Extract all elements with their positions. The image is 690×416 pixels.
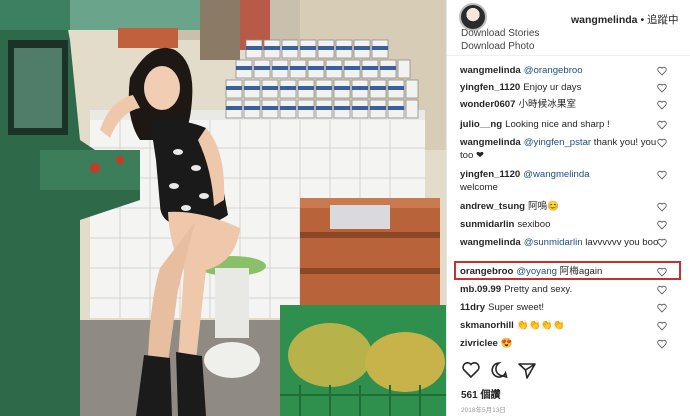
heart-outline-icon[interactable] [657,238,667,248]
comment-username[interactable]: wonder0607 [460,99,515,110]
comment-username[interactable]: wangmelinda [460,137,521,148]
comment-row: yingfen_1120 Enjoy ur days [460,81,660,94]
heart-icon[interactable] [461,360,481,380]
comment-text: 😍 [500,338,513,349]
download-photo-link[interactable]: Download Photo [461,41,534,52]
comment-username[interactable]: yingfen_1120 [460,169,520,180]
post-header: wangmelinda • 追蹤中 Download Stories Downl… [447,0,690,56]
comment-mention[interactable]: @yingfen_pstar [524,137,591,148]
comment-text: welcome [460,182,498,193]
comment-text: 小時候冰果室 [518,99,577,110]
comment-username[interactable]: julio__ng [460,119,502,130]
comment-row: 11dry Super sweet! [460,301,660,314]
heart-outline-icon[interactable] [657,100,667,110]
comment-username[interactable]: skmanorhill [460,320,514,331]
heart-outline-icon[interactable] [657,170,667,180]
heart-outline-icon[interactable] [657,321,667,331]
comment-mention[interactable]: @orangebroo [524,65,583,76]
download-stories-link[interactable]: Download Stories [461,28,539,39]
avatar[interactable] [459,3,487,31]
comment-username[interactable]: mb.09.99 [460,284,501,295]
comment-text: sexiboo [517,219,551,230]
heart-outline-icon[interactable] [657,83,667,93]
post-photo[interactable] [0,0,446,416]
comment-mention[interactable]: @wangmelinda [523,169,589,180]
comment-text: Super sweet! [488,302,545,313]
comment-row: zivriclee 😍 [460,337,660,350]
like-count[interactable]: 561 個讚 [461,386,500,401]
heart-outline-icon[interactable] [657,285,667,295]
comment-username[interactable]: zivriclee [460,338,498,349]
comment-text: Pretty and sexy. [504,284,573,295]
post-actions [461,360,681,382]
comment-username[interactable]: wangmelinda [460,65,521,76]
post-date: 2018年5月13日 [461,407,506,414]
comment-icon[interactable] [489,360,509,380]
heart-outline-icon[interactable] [657,303,667,313]
share-icon[interactable] [517,360,537,380]
comment-username[interactable]: yingfen_1120 [460,82,520,93]
heart-outline-icon[interactable] [657,220,667,230]
comment-row: mb.09.99 Pretty and sexy. [460,283,660,296]
comment-text: 👏👏👏👏 [516,320,565,331]
heart-outline-icon[interactable] [657,138,667,148]
post-photo-illustration [0,0,446,416]
comment-text: 阿嗚😊 [528,201,560,212]
fruit-basket [280,305,446,416]
comment-username[interactable]: wangmelinda [460,237,521,248]
comment-username[interactable]: sunmidarlin [460,219,514,230]
highlight-box [454,261,681,280]
comment-row: yingfen_1120 @wangmelinda welcome [460,168,660,194]
wooden-crate [300,198,440,306]
comment-mention[interactable]: @sunmidarlin [524,237,583,248]
post-author[interactable]: wangmelinda • 追蹤中 [571,12,679,27]
comment-text: Enjoy ur days [523,82,582,93]
comment-text: Looking nice and sharp ! [505,119,610,130]
comment-row: julio__ng Looking nice and sharp ! [460,118,660,131]
comment-username[interactable]: 11dry [460,302,485,313]
heart-outline-icon[interactable] [657,202,667,212]
heart-outline-icon[interactable] [657,339,667,349]
follow-status[interactable]: • 追蹤中 [640,14,678,26]
author-username[interactable]: wangmelinda [571,14,638,26]
comment-username[interactable]: andrew_tsung [460,201,525,212]
heart-outline-icon[interactable] [657,66,667,76]
comment-row: wangmelinda @yingfen_pstar thank you! you… [460,136,660,162]
comment-row: wangmelinda @orangebroo [460,64,660,77]
comment-row: wonder0607 小時候冰果室 [460,98,660,111]
comment-row: sunmidarlin sexiboo [460,218,660,231]
comment-row: andrew_tsung 阿嗚😊 [460,200,660,213]
heart-outline-icon[interactable] [657,120,667,130]
comment-text: lavvvvvv you boo [585,237,659,248]
comment-row: skmanorhill 👏👏👏👏 [460,319,660,332]
comment-row: wangmelinda @sunmidarlin lavvvvvv you boo [460,236,660,249]
comments-panel: wangmelinda • 追蹤中 Download Stories Downl… [446,0,690,416]
